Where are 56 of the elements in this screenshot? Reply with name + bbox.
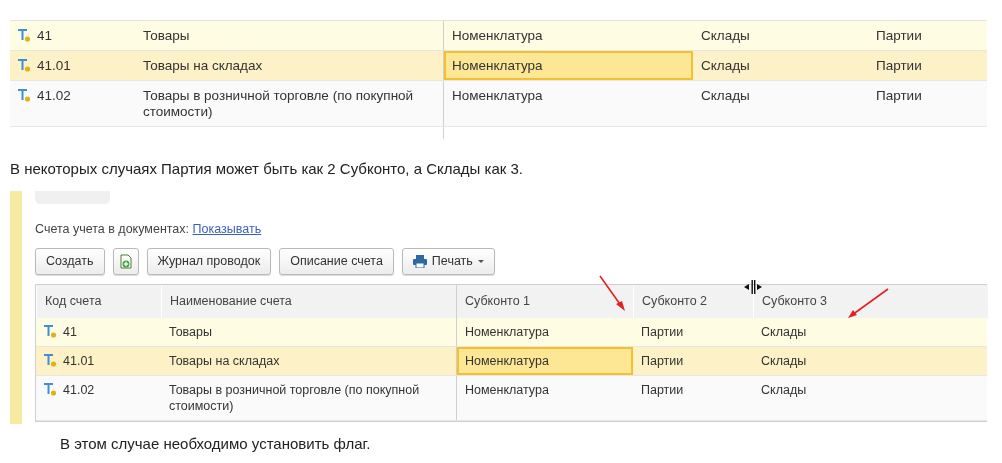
account-code: 41 xyxy=(37,28,53,44)
account-type-icon xyxy=(44,382,57,396)
printer-icon xyxy=(412,255,427,269)
column-header: Субконто 3 xyxy=(753,285,988,318)
account-code: 41.01 xyxy=(37,58,71,74)
account-type-icon xyxy=(18,28,31,42)
document-plus-icon xyxy=(119,254,132,270)
table-cell: Номенклатура xyxy=(443,51,693,80)
table-cell-text: Товары на складах xyxy=(168,353,281,370)
toolbar-button[interactable]: Описание счета xyxy=(279,248,394,276)
table-cell-text: Склады xyxy=(700,87,751,105)
caption-text: Счета учета в документах: Показывать xyxy=(35,220,263,238)
account-type-icon xyxy=(18,88,31,102)
toolbar-button[interactable]: Журнал проводок xyxy=(146,248,272,276)
table-cell-text: Партии xyxy=(640,353,685,370)
column-header: Субконто 1 xyxy=(456,285,633,318)
toolbar-button[interactable]: Создать xyxy=(35,248,105,276)
table-cell-text: Партии xyxy=(875,27,923,45)
table-cell-text: Партии xyxy=(640,382,685,399)
paragraph: В некоторых случаях Партия может быть как 2 Субконто, а Склады как 3. xyxy=(10,159,525,179)
table-cell-text: Партии xyxy=(875,87,923,105)
table-cell-text: Товары xyxy=(142,27,191,45)
table-cell-text: Партии xyxy=(875,57,923,75)
table-cell-text: Склады xyxy=(700,57,751,75)
table-cell-text: Партии xyxy=(640,324,685,341)
table-cell-text: Товары в розничной торговле (по покупной стоимости) xyxy=(168,382,421,415)
account-code: 41.02 xyxy=(37,88,71,104)
annotation-arrow xyxy=(848,287,889,318)
table-cell: Номенклатура xyxy=(456,347,633,375)
account-type-icon xyxy=(44,353,57,367)
table-cell-text: Склады xyxy=(700,27,751,45)
table-cell-text: Склады xyxy=(760,353,808,370)
paragraph: В этом случае необходимо установить флаг. xyxy=(60,434,372,454)
table-cell-text: Склады xyxy=(760,382,808,399)
table-cell: Номенклатура xyxy=(443,81,693,126)
table-cell-text: Склады xyxy=(760,324,808,341)
print-button[interactable]: Печать xyxy=(401,248,495,276)
show-link[interactable]: Показывать xyxy=(192,221,262,236)
column-header: Код счета xyxy=(36,285,161,318)
account-code: 41.02 xyxy=(63,382,95,398)
account-type-icon xyxy=(18,58,31,72)
table-cell: Номенклатура xyxy=(456,318,633,346)
caret-icon xyxy=(477,260,484,264)
account-code: 41 xyxy=(63,324,77,340)
account-code: 41.01 xyxy=(63,353,95,369)
account-type-icon xyxy=(44,324,57,338)
resize-cursor-icon xyxy=(744,279,762,294)
table-cell-text: Товары xyxy=(168,324,213,341)
table-cell-text: Товары на складах xyxy=(142,57,264,75)
table-cell: Номенклатура xyxy=(456,376,633,420)
table-cell-text: Товары в розничной торговле (по покупной стоимости) xyxy=(142,87,415,121)
annotation-arrow xyxy=(599,274,625,311)
add-document-button[interactable] xyxy=(112,248,139,276)
column-header: Наименование счета xyxy=(161,285,456,318)
column-header: Субконто 2 xyxy=(633,285,753,318)
table-cell: Номенклатура xyxy=(443,21,693,50)
